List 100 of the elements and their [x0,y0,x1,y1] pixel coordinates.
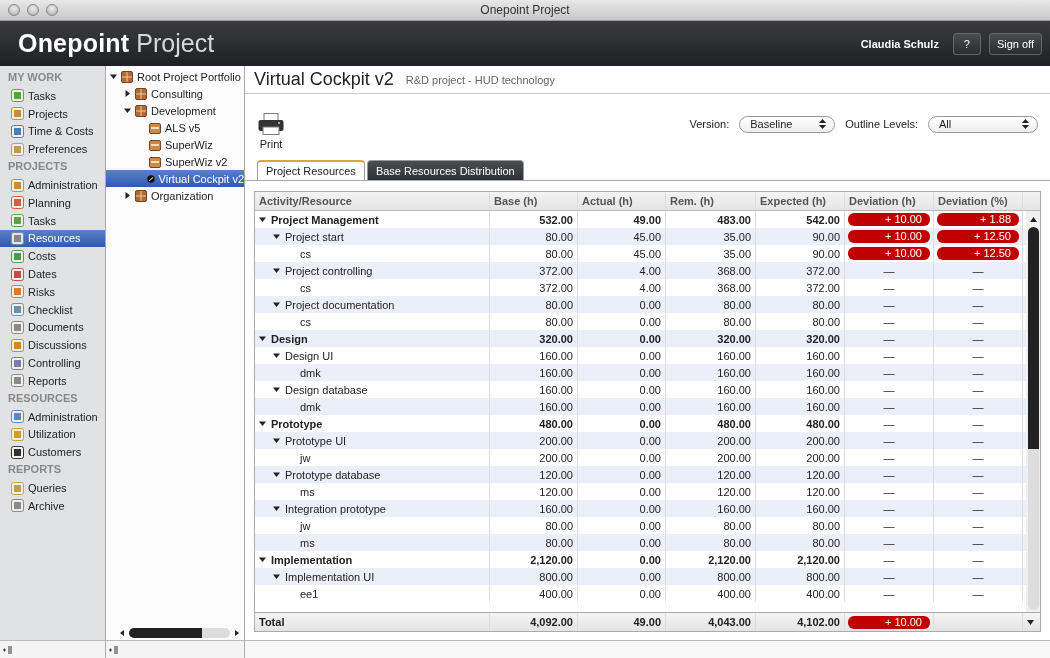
column-header[interactable]: Deviation (h) [845,192,934,210]
scroll-right-icon[interactable] [234,630,239,636]
collapse-arrow-icon[interactable] [259,556,266,563]
collapse-arrow-icon[interactable] [273,233,280,240]
collapse-arrow-icon[interactable] [273,301,280,308]
sidebar-item[interactable]: Tasks [0,87,105,105]
expand-arrow-icon[interactable] [124,90,131,97]
module-icon [11,125,24,138]
deviation-value: — [972,366,984,379]
deviation-value: — [972,332,984,345]
sidebar-item[interactable]: Costs [0,247,105,266]
activity-name: Prototype [271,417,323,430]
sidebar-item[interactable]: Dates [0,265,105,283]
scroll-down-icon[interactable] [1026,619,1034,625]
header-button[interactable]: Sign off [988,32,1042,55]
sidebar-item[interactable]: Documents [0,318,105,337]
table-cell: 160.00 [490,364,578,381]
table-cell: 372.00 [756,262,845,279]
sidebar-item[interactable]: Archive [0,496,105,515]
scroll-left-icon[interactable] [120,630,125,636]
tree-item[interactable]: Development [106,102,244,119]
add-list-icon[interactable] [3,645,13,654]
tab[interactable]: Project Resources [257,160,365,180]
deviation-badge: + 1.88 [937,213,1019,226]
collapse-arrow-icon[interactable] [273,267,280,274]
collapse-arrow-icon[interactable] [110,73,117,80]
add-list-icon[interactable] [109,645,119,654]
table-cell: 0.00 [578,585,666,602]
activity-name: Design [271,332,308,345]
activity-name: Integration prototype [285,502,386,515]
sidebar-item[interactable]: Projects [0,104,105,123]
table-cell: 80.00 [490,534,578,551]
collapse-arrow-icon[interactable] [124,107,131,114]
collapse-arrow-icon[interactable] [259,335,266,342]
tree-item[interactable]: SuperWiz v2 [106,153,244,170]
sidebar-item[interactable]: Checklist [0,300,105,319]
tree-label: Consulting [151,87,203,100]
table-cell: 160.00 [756,398,845,415]
deviation-badge: + 10.00 [848,247,930,260]
tree-item[interactable]: Consulting [106,85,244,102]
outline-levels-dropdown[interactable]: All [928,115,1038,133]
collapse-arrow-icon[interactable] [273,505,280,512]
collapse-arrow-icon[interactable] [273,386,280,393]
print-button[interactable]: Print [258,112,284,150]
table-cell: 160.00 [490,398,578,415]
collapse-arrow-icon[interactable] [273,437,280,444]
column-header[interactable]: Rem. (h) [666,192,756,210]
tree-item[interactable]: SuperWiz [106,136,244,153]
close-button[interactable] [8,4,20,16]
tree-item[interactable]: Organization [106,187,244,204]
tree-label: SuperWiz [165,138,213,151]
sidebar-item[interactable]: Discussions [0,336,105,355]
collapse-arrow-icon[interactable] [259,420,266,427]
column-header[interactable]: Expected (h) [756,192,845,210]
expand-arrow-icon[interactable] [124,192,131,199]
sidebar-item[interactable]: Planning [0,194,105,212]
zoom-button[interactable] [46,4,58,16]
sidebar-item[interactable]: Administration [0,176,105,194]
portfolio-icon [121,70,133,83]
deviation-value: — [883,281,895,294]
column-header[interactable]: Base (h) [490,192,578,210]
table-cell: 320.00 [666,330,756,347]
sidebar-item[interactable]: Preferences [0,140,105,159]
sidebar-item[interactable]: Queries [0,479,105,497]
collapse-arrow-icon[interactable] [273,573,280,580]
deviation-value: — [972,400,984,413]
column-header[interactable]: Deviation (%) [934,192,1023,210]
sidebar-item[interactable]: Risks [0,282,105,301]
collapse-arrow-icon[interactable] [273,471,280,478]
tree-item[interactable]: Root Project Portfolio [106,68,244,85]
collapse-arrow-icon[interactable] [273,352,280,359]
deviation-value: — [972,536,984,549]
deviation-value: — [972,570,984,583]
module-icon [11,267,24,281]
table-cell: 120.00 [490,466,578,483]
sidebar-item[interactable]: Time & Costs [0,122,105,141]
version-dropdown[interactable]: Baseline [739,115,836,133]
tree-item[interactable]: ALS v5 [106,119,244,136]
column-header[interactable]: Activity/Resource [255,192,490,210]
column-header[interactable]: Actual (h) [578,192,666,210]
activity-name: ee1 [300,587,319,600]
sidebar-item[interactable]: Customers [0,443,105,462]
sidebar-item[interactable]: Administration [0,407,105,426]
module-icon [11,231,24,245]
table-cell: 800.00 [756,568,845,585]
scroll-up-icon[interactable] [1029,217,1037,222]
minimize-button[interactable] [27,4,39,16]
sidebar-item[interactable]: Controlling [0,354,105,372]
activity-name: Implementation [271,553,353,566]
total-cell: 4,102.00 [756,613,845,631]
sidebar-item[interactable]: Reports [0,371,105,390]
vertical-scrollbar[interactable] [1026,211,1040,612]
sidebar-item[interactable]: Resources [0,229,105,248]
collapse-arrow-icon[interactable] [259,216,266,223]
sidebar-item[interactable]: Tasks [0,211,105,230]
header-button[interactable]: ? [952,32,981,55]
tree-item[interactable]: Virtual Cockpit v2 [106,170,244,187]
deviation-value: — [883,298,895,311]
sidebar-item[interactable]: Utilization [0,425,105,444]
tab[interactable]: Base Resources Distribution [366,160,524,180]
